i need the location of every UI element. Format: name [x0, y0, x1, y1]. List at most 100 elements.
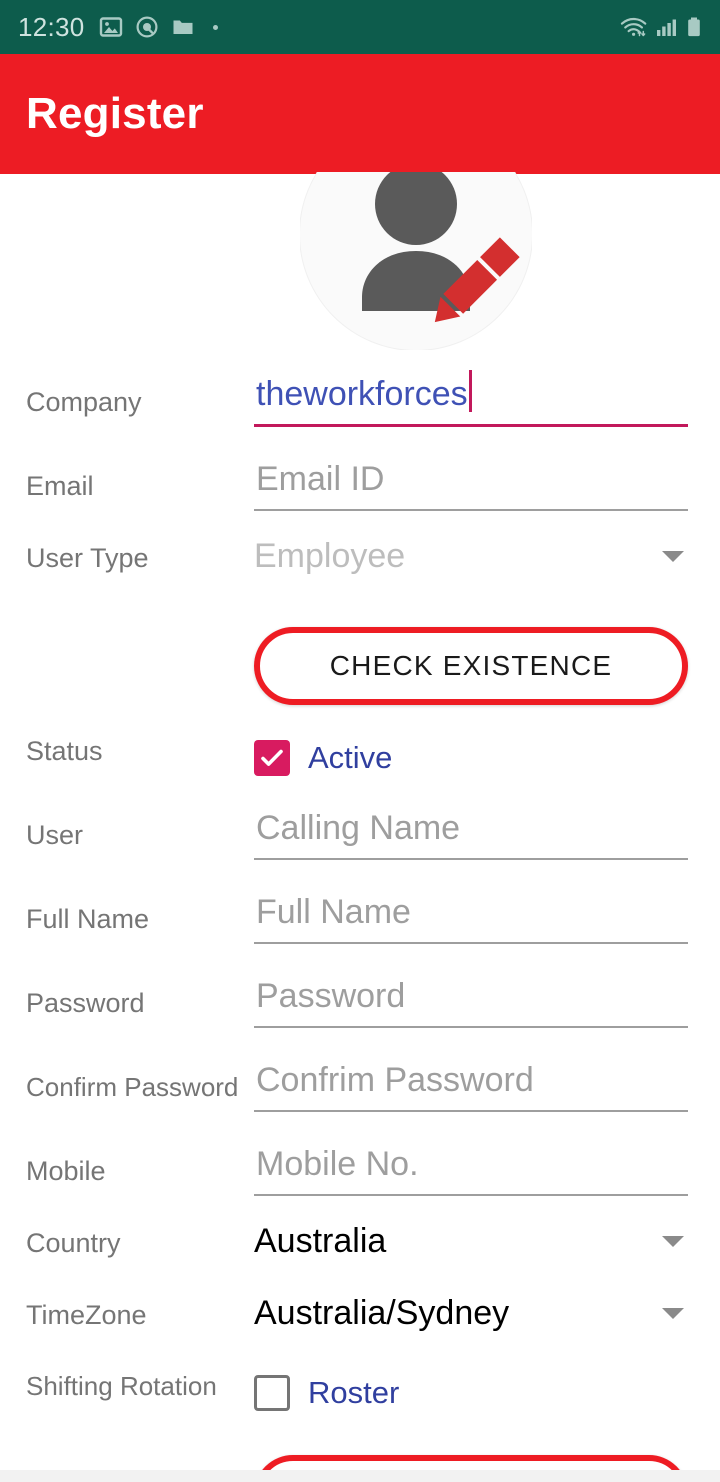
company-underline [254, 424, 688, 427]
chevron-down-icon [662, 1235, 684, 1247]
email-underline [254, 509, 688, 511]
shifting-rotation-field-wrap: Roster [254, 1375, 688, 1411]
mobile-underline [254, 1194, 688, 1196]
user-type-dropdown[interactable]: Employee [254, 533, 688, 583]
register-screen: 12:30 Register Company theworkforces Ema… [0, 0, 720, 1482]
calling-name-input[interactable] [254, 806, 688, 858]
check-existence-row: CHECK EXISTENCE [0, 627, 720, 705]
confirm-password-field-wrap [254, 1058, 688, 1112]
timezone-label: TimeZone [26, 1300, 147, 1330]
page-title: Register [26, 89, 204, 138]
user-type-label: User Type [26, 543, 149, 573]
password-label: Password [26, 988, 145, 1018]
check-existence-button[interactable]: CHECK EXISTENCE [254, 627, 688, 705]
timezone-value: Australia/Sydney [254, 1294, 510, 1332]
full-name-label: Full Name [26, 904, 150, 934]
field-row-full-name: Full Name [0, 890, 720, 944]
country-field-wrap[interactable]: Australia [254, 1218, 688, 1268]
status-checkbox-label: Active [308, 740, 393, 775]
status-bar-notification-icons [99, 15, 218, 39]
confirm-password-input[interactable] [254, 1058, 688, 1110]
status-label: Status [26, 736, 103, 766]
confirm-password-underline [254, 1110, 688, 1112]
field-row-mobile: Mobile [0, 1142, 720, 1196]
status-bar-clock: 12:30 [18, 11, 85, 42]
mobile-label: Mobile [26, 1156, 106, 1186]
check-icon [261, 749, 283, 766]
roster-checkbox-row[interactable]: Roster [254, 1375, 688, 1411]
field-row-user-type: User Type Employee [0, 533, 720, 583]
email-field-wrap [254, 457, 688, 511]
mobile-field-wrap [254, 1142, 688, 1196]
wifi-icon [620, 15, 648, 39]
mobile-input[interactable] [254, 1142, 688, 1194]
app-bar: Register [0, 54, 720, 174]
country-label: Country [26, 1228, 121, 1258]
roster-checkbox[interactable] [254, 1375, 290, 1411]
status-field-wrap: Active [254, 740, 688, 776]
shifting-rotation-label: Shifting Rotation [26, 1371, 217, 1401]
field-row-country: Country Australia [0, 1218, 720, 1268]
status-checkbox[interactable] [254, 740, 290, 776]
field-row-timezone: TimeZone Australia/Sydney [0, 1290, 720, 1340]
image-icon [99, 15, 123, 39]
avatar[interactable] [300, 172, 532, 350]
cellular-signal-icon [656, 15, 678, 39]
user-label: User [26, 820, 84, 850]
field-row-company: Company [0, 370, 720, 427]
country-dropdown[interactable]: Australia [254, 1218, 688, 1268]
status-bar: 12:30 [0, 0, 720, 54]
battery-icon [686, 15, 702, 39]
user-field-wrap [254, 806, 688, 860]
timezone-field-wrap[interactable]: Australia/Sydney [254, 1290, 688, 1340]
email-input[interactable] [254, 457, 688, 509]
chevron-down-icon [662, 1307, 684, 1319]
user-edit-avatar-icon [362, 172, 520, 323]
folder-icon [171, 15, 195, 39]
user-type-value: Employee [254, 537, 406, 575]
field-row-user: User [0, 806, 720, 860]
field-row-status: Status Active [0, 735, 720, 776]
user-underline [254, 858, 688, 860]
password-input[interactable] [254, 974, 688, 1026]
roster-checkbox-label: Roster [308, 1375, 400, 1410]
company-field-wrap [254, 370, 688, 427]
user-type-field-wrap[interactable]: Employee [254, 533, 688, 583]
status-bar-system-icons [620, 15, 702, 39]
full-name-input[interactable] [254, 890, 688, 942]
button-left-spacer [26, 627, 254, 705]
timezone-dropdown[interactable]: Australia/Sydney [254, 1290, 688, 1340]
registration-form: Company Email User Type Employee [0, 370, 720, 1482]
chevron-down-icon [662, 550, 684, 562]
field-row-confirm-password: Confirm Password [0, 1058, 720, 1112]
field-row-email: Email [0, 457, 720, 511]
country-value: Australia [254, 1222, 387, 1260]
email-label: Email [26, 471, 94, 501]
field-row-shifting-rotation: Shifting Rotation Roster [0, 1370, 720, 1411]
field-row-password: Password [0, 974, 720, 1028]
bottom-strip [0, 1470, 720, 1482]
assistant-circle-icon [135, 15, 159, 39]
full-name-field-wrap [254, 890, 688, 944]
status-checkbox-row[interactable]: Active [254, 740, 688, 776]
password-underline [254, 1026, 688, 1028]
password-field-wrap [254, 974, 688, 1028]
dot-icon [212, 24, 218, 30]
company-input[interactable] [254, 372, 688, 424]
company-label: Company [26, 387, 142, 417]
full-name-underline [254, 942, 688, 944]
confirm-password-label: Confirm Password [26, 1072, 239, 1102]
